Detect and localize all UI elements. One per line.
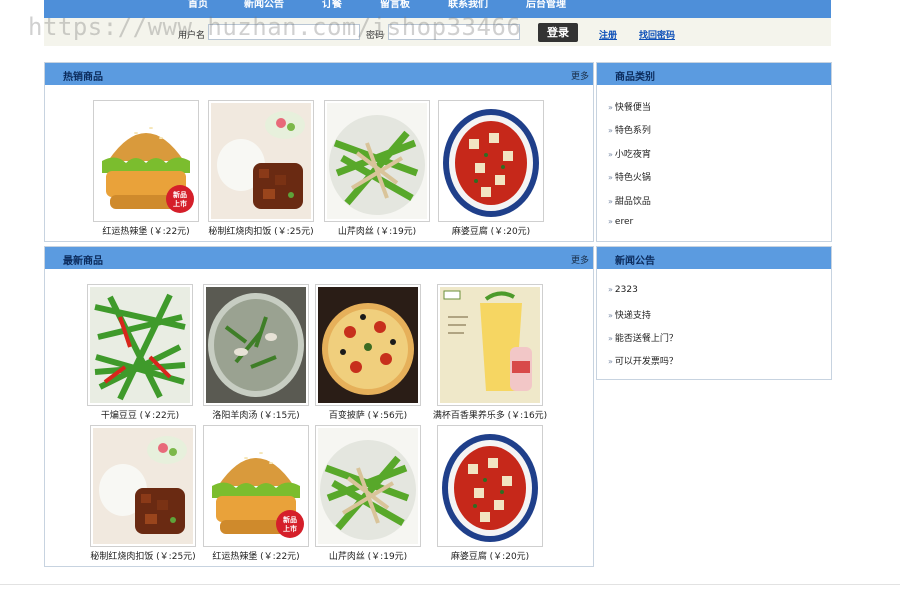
product-card[interactable]: 秘制红烧肉扣饭 (￥:25元) [87, 425, 199, 562]
category-item[interactable]: » 快餐便当 [608, 100, 651, 113]
product-caption[interactable]: 秘制红烧肉扣饭 (￥:25元) [87, 549, 199, 562]
product-card[interactable]: 洛阳羊肉汤 (￥:15元) [203, 284, 309, 421]
more-link[interactable]: 更多 [571, 69, 589, 82]
green-beans-image[interactable] [87, 284, 193, 406]
news-item[interactable]: » 2323 [608, 285, 638, 295]
double-arrow-icon: » [608, 334, 613, 343]
product-card[interactable]: 新品 上市 红运热辣堡 (￥:22元) [203, 425, 309, 562]
news-item[interactable]: » 能否送餐上门？ [608, 331, 678, 344]
new-products-panel: 最新商品 更多 干煸豆豆 (￥:22元) 洛阳羊肉汤 (￥:15元) 百变披萨 … [44, 246, 594, 567]
category-item[interactable]: » 小吃夜宵 [608, 147, 651, 160]
top-nav-bar: 首页 新闻公告 订餐 留言板 联系我们 后台管理 [44, 0, 831, 18]
product-card[interactable]: 新品 上市 红运热辣堡 (￥:22元) [93, 100, 199, 237]
footer-divider [0, 584, 900, 585]
product-caption[interactable]: 红运热辣堡 (￥:22元) [203, 549, 309, 562]
new-badge-line2: 上市 [173, 199, 187, 208]
product-caption[interactable]: 秘制红烧肉扣饭 (￥:25元) [208, 224, 314, 237]
product-caption[interactable]: 红运热辣堡 (￥:22元) [93, 224, 199, 237]
login-bar: 用户名 密码 登录 注册 找回密码 [44, 18, 831, 46]
password-label: 密码 [366, 31, 385, 41]
celery-pork-image[interactable] [315, 425, 421, 547]
double-arrow-icon: » [608, 197, 613, 206]
panel-title: 最新商品 [63, 256, 103, 267]
nav-item-home[interactable]: 首页 [188, 0, 208, 10]
burger-image[interactable]: 新品 上市 [93, 100, 199, 222]
username-label: 用户名 [178, 31, 206, 41]
category-item[interactable]: » erer [608, 217, 633, 227]
pizza-image[interactable] [315, 284, 421, 406]
double-arrow-icon: » [608, 357, 613, 366]
mutton-soup-image[interactable] [203, 284, 309, 406]
celery-pork-image[interactable] [324, 100, 430, 222]
product-card[interactable]: 干煸豆豆 (￥:22元) [87, 284, 193, 421]
product-caption[interactable]: 麻婆豆腐 (￥:20元) [438, 224, 544, 237]
new-badge-line2: 上市 [283, 524, 297, 533]
product-caption[interactable]: 洛阳羊肉汤 (￥:15元) [203, 408, 309, 421]
product-caption[interactable]: 百变披萨 (￥:56元) [315, 408, 421, 421]
more-link[interactable]: 更多 [571, 253, 589, 266]
mapo-tofu-image[interactable] [437, 425, 543, 547]
product-caption[interactable]: 麻婆豆腐 (￥:20元) [437, 549, 543, 562]
nav-item-order[interactable]: 订餐 [322, 0, 342, 10]
panel-title: 热销商品 [63, 72, 103, 83]
braised-pork-rice-image[interactable] [90, 425, 196, 547]
forgot-password-link[interactable]: 找回密码 [639, 28, 675, 41]
passion-fruit-drink-image[interactable] [437, 284, 543, 406]
double-arrow-icon: » [608, 103, 613, 112]
double-arrow-icon: » [608, 173, 613, 182]
panel-title: 新闻公告 [615, 256, 655, 267]
product-card[interactable]: 满杯百香果养乐多 (￥:16元) [430, 284, 550, 421]
nav-item-admin[interactable]: 后台管理 [526, 0, 566, 10]
category-item[interactable]: » 特色火锅 [608, 170, 651, 183]
nav-item-news[interactable]: 新闻公告 [244, 0, 284, 10]
news-panel: 新闻公告 » 2323 » 快递支持 » 能否送餐上门？ » 可以开发票吗？ [596, 246, 832, 380]
double-arrow-icon: » [608, 217, 613, 226]
product-card[interactable]: 山芹肉丝 (￥:19元) [324, 100, 430, 237]
new-badge-line1: 新品 [173, 190, 187, 199]
double-arrow-icon: » [608, 126, 613, 135]
product-caption[interactable]: 山芹肉丝 (￥:19元) [324, 224, 430, 237]
category-item[interactable]: » 甜品饮品 [608, 194, 651, 207]
password-input[interactable] [388, 24, 520, 40]
category-item[interactable]: » 特色系列 [608, 123, 651, 136]
register-link[interactable]: 注册 [599, 28, 617, 41]
product-caption[interactable]: 山芹肉丝 (￥:19元) [315, 549, 421, 562]
categories-panel: 商品类别 » 快餐便当 » 特色系列 » 小吃夜宵 » 特色火锅 » 甜品饮品 » erer [596, 62, 832, 242]
product-card[interactable]: 秘制红烧肉扣饭 (￥:25元) [208, 100, 314, 237]
mapo-tofu-image[interactable] [438, 100, 544, 222]
product-card[interactable]: 麻婆豆腐 (￥:20元) [438, 100, 544, 237]
panel-header: 商品类别 [597, 63, 831, 85]
news-item[interactable]: » 快递支持 [608, 308, 651, 321]
hot-products-panel: 热销商品 更多 新品 上市 红运热辣堡 (￥:22元) 秘制红烧肉扣饭 (￥:2… [44, 62, 594, 242]
product-caption[interactable]: 干煸豆豆 (￥:22元) [87, 408, 193, 421]
nav-item-contact[interactable]: 联系我们 [448, 0, 488, 10]
product-caption[interactable]: 满杯百香果养乐多 (￥:16元) [430, 408, 550, 421]
double-arrow-icon: » [608, 285, 613, 294]
product-card[interactable]: 山芹肉丝 (￥:19元) [315, 425, 421, 562]
braised-pork-rice-image[interactable] [208, 100, 314, 222]
panel-title: 商品类别 [615, 72, 655, 83]
panel-header: 最新商品 更多 [45, 247, 593, 269]
nav-item-guestbook[interactable]: 留言板 [380, 0, 410, 10]
new-badge-line1: 新品 [283, 515, 297, 524]
product-card[interactable]: 麻婆豆腐 (￥:20元) [437, 425, 543, 562]
double-arrow-icon: » [608, 311, 613, 320]
product-card[interactable]: 百变披萨 (￥:56元) [315, 284, 421, 421]
news-item[interactable]: » 可以开发票吗？ [608, 354, 678, 367]
double-arrow-icon: » [608, 150, 613, 159]
panel-header: 新闻公告 [597, 247, 831, 269]
username-input[interactable] [208, 24, 360, 40]
panel-header: 热销商品 更多 [45, 63, 593, 85]
burger-image[interactable]: 新品 上市 [203, 425, 309, 547]
login-button[interactable]: 登录 [538, 23, 578, 42]
